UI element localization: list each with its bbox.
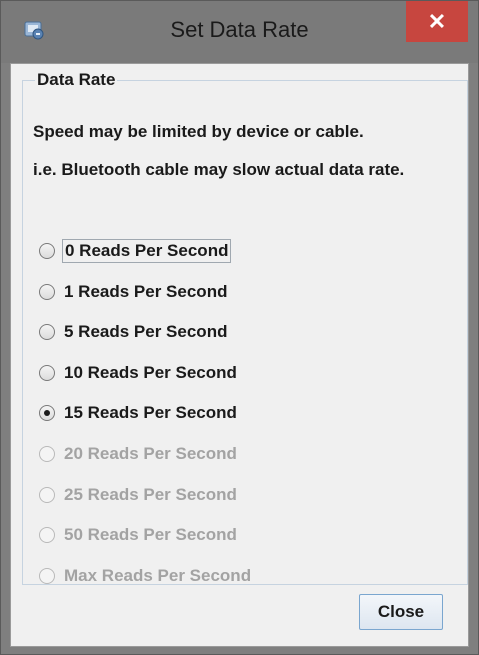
radio-unchecked-icon[interactable] bbox=[39, 243, 55, 259]
rate-option-label: 0 Reads Per Second bbox=[62, 239, 232, 263]
rate-option: 50 Reads Per Second bbox=[39, 522, 239, 548]
radio-unchecked-icon bbox=[39, 446, 55, 462]
radio-unchecked-icon bbox=[39, 486, 55, 503]
radio-checked-icon[interactable] bbox=[39, 405, 55, 422]
rate-option[interactable]: 5 Reads Per Second bbox=[39, 319, 229, 345]
radio-unchecked-icon bbox=[39, 527, 55, 544]
rate-option-label: 20 Reads Per Second bbox=[64, 444, 237, 463]
rate-option-label: 5 Reads Per Second bbox=[64, 322, 228, 342]
radio-unchecked-icon[interactable] bbox=[39, 283, 55, 300]
rate-option-label: 10 Reads Per Second bbox=[64, 362, 237, 382]
info-line-speed: Speed may be limited by device or cable. bbox=[33, 122, 364, 141]
rate-option-label: 25 Reads Per Second bbox=[64, 484, 237, 504]
rate-option: 20 Reads Per Second bbox=[39, 441, 239, 467]
title-bar[interactable]: Set Data Rate ✕ bbox=[1, 1, 478, 63]
rate-option: Max Reads Per Second bbox=[39, 563, 253, 589]
rate-option[interactable]: 10 Reads Per Second bbox=[39, 360, 239, 386]
rate-option[interactable]: 0 Reads Per Second bbox=[39, 238, 232, 264]
window-close-button[interactable]: ✕ bbox=[406, 1, 468, 42]
rate-option-label: 15 Reads Per Second bbox=[64, 403, 237, 423]
rate-option-label: Max Reads Per Second bbox=[64, 565, 252, 585]
data-rate-group: Data Rate Speed may be limited by device… bbox=[22, 70, 468, 585]
radio-unchecked-icon[interactable] bbox=[39, 324, 55, 341]
dialog-content: Data Rate Speed may be limited by device… bbox=[10, 63, 469, 647]
info-line-bluetooth: i.e. Bluetooth cable may slow actual dat… bbox=[33, 160, 405, 179]
rate-option[interactable]: 15 Reads Per Second bbox=[39, 400, 239, 426]
rate-option[interactable]: 1 Reads Per Second bbox=[39, 279, 229, 305]
dialog-window: Set Data Rate ✕ Data Rate Speed may be l… bbox=[0, 0, 479, 655]
close-button[interactable]: Close bbox=[359, 594, 443, 630]
rate-option-label: 1 Reads Per Second bbox=[64, 281, 228, 301]
group-legend: Data Rate bbox=[37, 70, 116, 89]
rate-option-label: 50 Reads Per Second bbox=[64, 525, 237, 545]
radio-unchecked-icon[interactable] bbox=[39, 364, 55, 381]
rate-option: 25 Reads Per Second bbox=[39, 482, 239, 508]
radio-unchecked-icon bbox=[39, 567, 55, 584]
close-icon: ✕ bbox=[427, 8, 447, 34]
